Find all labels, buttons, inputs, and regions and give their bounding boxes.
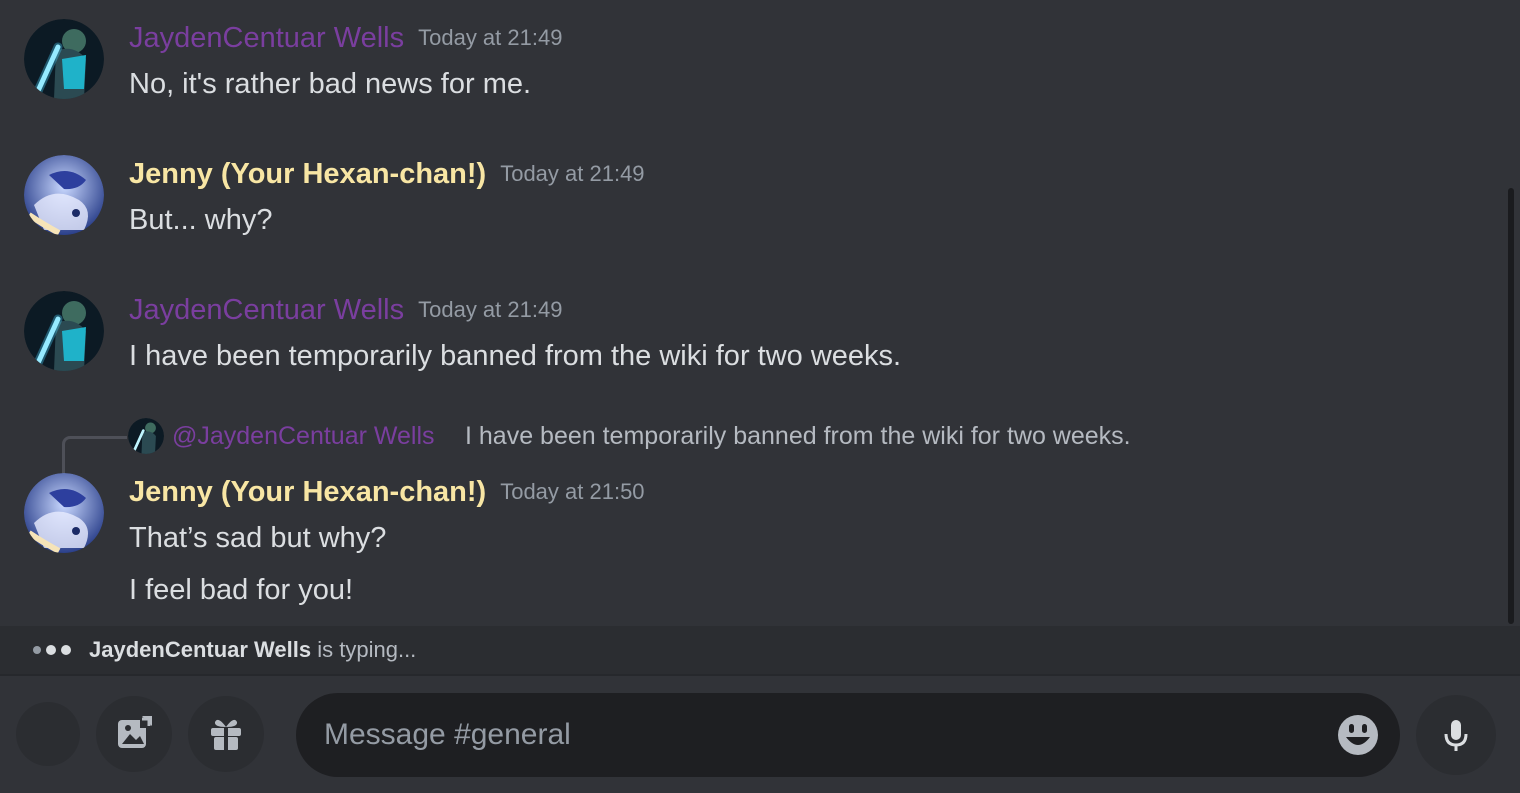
message-text: I feel bad for you! bbox=[129, 574, 354, 606]
author-name[interactable]: JaydenCentuar Wells bbox=[129, 22, 404, 54]
message: Jenny (Your Hexan-chan!) Today at 21:49 B… bbox=[0, 154, 1500, 254]
gift-icon bbox=[211, 719, 241, 750]
message-list: JaydenCentuar Wells Today at 21:49 No, it… bbox=[0, 0, 1506, 626]
author-name[interactable]: Jenny (Your Hexan-chan!) bbox=[129, 476, 486, 508]
image-icon bbox=[118, 716, 152, 748]
message-input-placeholder: Message #general bbox=[324, 718, 571, 751]
author-name[interactable]: JaydenCentuar Wells bbox=[129, 294, 404, 326]
microphone-icon bbox=[1444, 720, 1468, 751]
avatar-jayden[interactable] bbox=[24, 291, 104, 371]
message-input[interactable]: Message #general bbox=[296, 693, 1400, 777]
message: JaydenCentuar Wells Today at 21:49 No, it… bbox=[0, 18, 1500, 118]
typing-user: JaydenCentuar Wells bbox=[89, 637, 312, 662]
message-text: I have been temporarily banned from the … bbox=[129, 340, 902, 372]
reply-reference[interactable]: @JaydenCentuar Wells I have been tempora… bbox=[0, 418, 1500, 479]
typing-indicator: JaydenCentuar Wells is typing... bbox=[0, 626, 1520, 674]
message-text: That’s sad but why? bbox=[129, 522, 387, 554]
author-name[interactable]: Jenny (Your Hexan-chan!) bbox=[129, 158, 486, 190]
microphone-button[interactable] bbox=[1416, 695, 1496, 775]
timestamp: Today at 21:49 bbox=[500, 161, 645, 186]
message-text: No, it's rather bad news for me. bbox=[129, 68, 532, 100]
message: Jenny (Your Hexan-chan!) Today at 21:50 T… bbox=[0, 472, 1500, 622]
message: JaydenCentuar Wells Today at 21:49 I have… bbox=[0, 290, 1500, 390]
reply-text[interactable]: I have been temporarily banned from the … bbox=[465, 422, 1131, 451]
timestamp: Today at 21:49 bbox=[418, 25, 563, 50]
reply-avatar bbox=[128, 418, 164, 454]
avatar-jayden[interactable] bbox=[24, 19, 104, 99]
scrollbar-thumb[interactable] bbox=[1508, 188, 1514, 624]
typing-dots-icon bbox=[33, 645, 71, 655]
add-button[interactable] bbox=[16, 702, 80, 766]
composer-bar: Message #general bbox=[0, 674, 1520, 793]
gift-button[interactable] bbox=[188, 696, 264, 772]
timestamp: Today at 21:49 bbox=[418, 297, 563, 322]
reply-mention[interactable]: @JaydenCentuar Wells bbox=[172, 422, 435, 451]
emoji-icon[interactable] bbox=[1336, 713, 1380, 757]
image-button[interactable] bbox=[96, 696, 172, 772]
typing-text: JaydenCentuar Wells is typing... bbox=[89, 637, 416, 663]
timestamp: Today at 21:50 bbox=[500, 479, 645, 504]
avatar-jenny[interactable] bbox=[24, 155, 104, 235]
message-text: But... why? bbox=[129, 204, 273, 236]
avatar-jenny[interactable] bbox=[24, 473, 104, 553]
typing-suffix: is typing... bbox=[317, 637, 417, 662]
